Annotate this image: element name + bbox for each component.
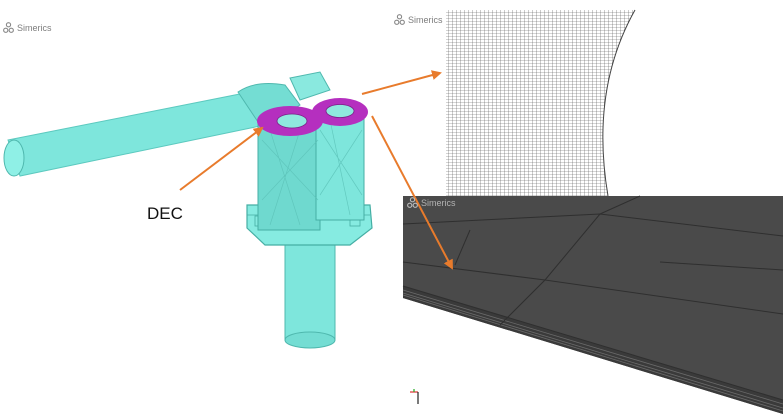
logo-text: Simerics [408,14,443,25]
pump-geometry [3,71,373,349]
fine-mesh-panel [446,9,636,197]
logo-text: Simerics [17,22,52,33]
arrow-to-fine-mesh [361,70,442,95]
simerics-logo-icon [3,22,14,33]
simerics-logo-dark-panel: Simerics [407,197,456,208]
simerics-logo-main: Simerics [3,22,52,33]
logo-text: Simerics [421,197,456,208]
simerics-logo-icon [394,14,405,25]
simerics-logo-icon [407,197,418,208]
simerics-logo-mesh-panel: Simerics [394,14,443,25]
dark-mesh-panel [402,195,783,414]
dec-label: DEC [147,204,183,223]
scene-canvas [3,9,783,414]
